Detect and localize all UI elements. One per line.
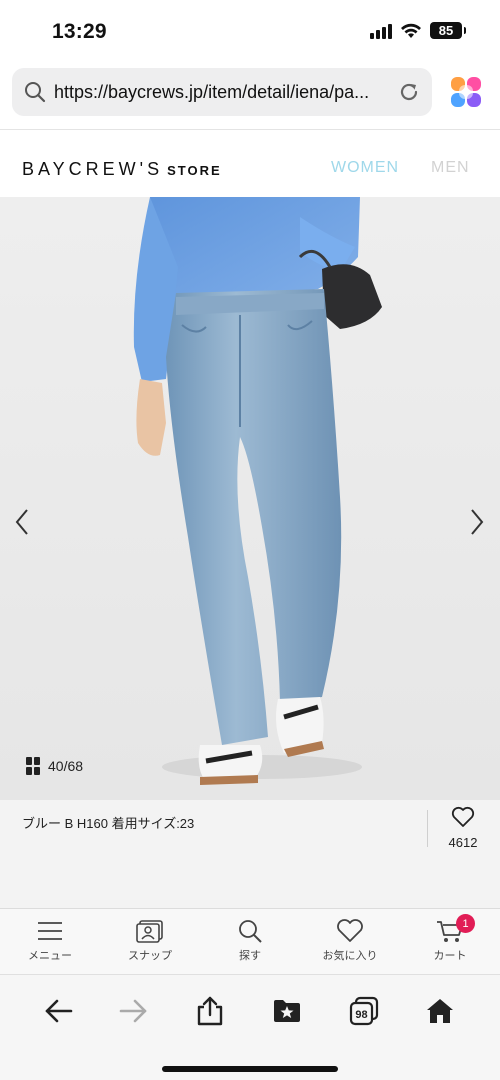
menu-icon	[38, 922, 62, 940]
search-icon	[25, 82, 46, 103]
tab-cart-label: カート	[433, 950, 467, 962]
battery-indicator: 85	[430, 22, 466, 39]
home-button[interactable]	[424, 995, 456, 1027]
snap-icon	[136, 920, 163, 943]
bookmarks-button[interactable]	[271, 995, 303, 1027]
tab-cart[interactable]: カート 1	[400, 909, 500, 974]
arrow-right-icon	[119, 999, 147, 1023]
search-icon	[239, 920, 262, 943]
tabs-icon: 98	[349, 996, 379, 1026]
nav-men[interactable]: MEN	[431, 159, 470, 177]
product-image[interactable]: 40/68	[0, 197, 500, 800]
tab-menu-label: メニュー	[28, 950, 72, 962]
grid-icon	[26, 757, 40, 775]
status-time: 13:29	[52, 20, 107, 43]
tab-snap-label: スナップ	[128, 950, 172, 962]
app-switcher-icon[interactable]	[448, 74, 484, 110]
status-bar: 13:29 85	[0, 0, 500, 62]
tab-search-label: 探す	[239, 950, 261, 962]
favorite-button[interactable]: 4612	[440, 806, 486, 850]
heart-icon	[337, 919, 363, 942]
home-indicator	[162, 1066, 338, 1072]
forward-button[interactable]	[118, 995, 150, 1027]
favorite-count: 4612	[448, 835, 478, 850]
prev-image-chevron-left-icon[interactable]	[12, 502, 32, 542]
cellular-signal-icon	[370, 23, 392, 39]
image-counter-text: 40/68	[48, 758, 84, 774]
nav-women[interactable]: WOMEN	[331, 159, 399, 177]
product-caption-row: ブルー B H160 着用サイズ:23 4612	[0, 800, 500, 908]
image-counter[interactable]: 40/68	[26, 757, 83, 775]
share-icon	[197, 996, 223, 1026]
tabs-button[interactable]: 98	[348, 995, 380, 1027]
tab-menu[interactable]: メニュー	[0, 909, 100, 974]
next-image-chevron-right-icon[interactable]	[467, 502, 487, 542]
heart-icon	[451, 806, 475, 827]
share-button[interactable]	[194, 995, 226, 1027]
browser-address-area: https://baycrews.jp/item/detail/iena/pa.…	[0, 62, 500, 130]
site-tab-bar: メニュー スナップ 探す お気に入り カート 1	[0, 908, 500, 974]
arrow-left-icon	[45, 999, 73, 1023]
brand-logo[interactable]: BAYCREW'S STORE	[22, 159, 222, 180]
address-bar[interactable]: https://baycrews.jp/item/detail/iena/pa.…	[12, 68, 432, 116]
wifi-icon	[401, 23, 421, 38]
divider	[427, 810, 428, 847]
tab-favorites[interactable]: お気に入り	[300, 909, 400, 974]
tab-snap[interactable]: スナップ	[100, 909, 200, 974]
brand-store-label: STORE	[167, 163, 222, 178]
cart-badge: 1	[456, 914, 475, 933]
brand-name: BAYCREW'S	[22, 159, 164, 179]
url-text[interactable]: https://baycrews.jp/item/detail/iena/pa.…	[54, 82, 384, 103]
back-button[interactable]	[42, 995, 74, 1027]
product-caption: ブルー B H160 着用サイズ:23	[22, 816, 195, 831]
browser-toolbar: 98	[0, 974, 500, 1080]
bookmark-folder-icon	[274, 1000, 300, 1022]
tabs-count: 98	[355, 1009, 367, 1021]
tab-favorites-label: お気に入り	[322, 950, 378, 962]
home-icon	[427, 999, 453, 1023]
tab-search[interactable]: 探す	[200, 909, 300, 974]
product-photo	[0, 197, 500, 800]
status-icons: 85	[370, 22, 466, 39]
reload-icon[interactable]	[398, 81, 420, 103]
site-header: BAYCREW'S STORE WOMEN MEN	[0, 131, 500, 197]
